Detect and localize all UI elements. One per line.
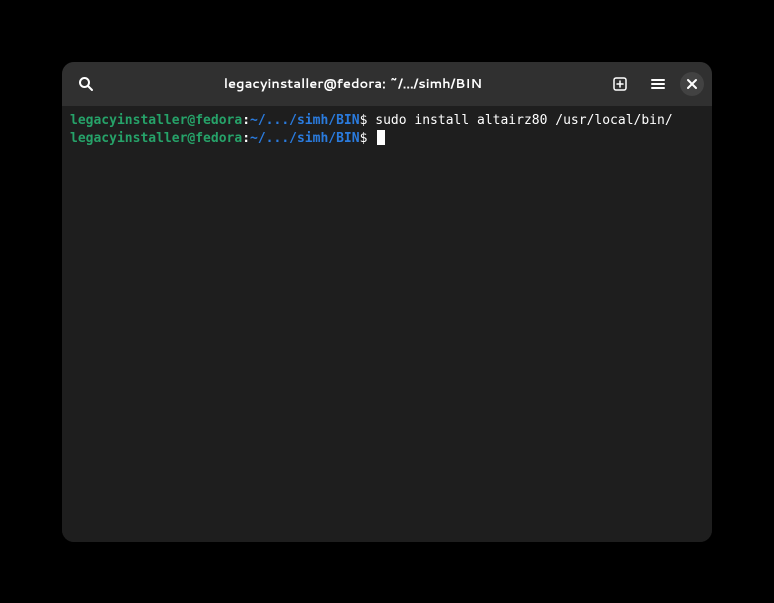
titlebar-controls <box>604 68 704 100</box>
command-text: sudo install altairz80 /usr/local/bin/ <box>375 112 672 130</box>
plus-square-icon <box>612 76 628 92</box>
prompt-dollar: $ <box>360 130 376 148</box>
terminal-line: legacyinstaller@fedora:~/.../simh/BIN$ s… <box>70 112 704 130</box>
prompt-dollar: $ <box>360 112 376 130</box>
titlebar: legacyinstaller@fedora: ~/.../simh/BIN <box>62 62 712 106</box>
prompt-user: legacyinstaller@fedora <box>70 112 242 130</box>
hamburger-icon <box>650 76 666 92</box>
search-icon <box>78 76 94 92</box>
cursor <box>377 130 385 145</box>
prompt-path: ~/.../simh/BIN <box>250 130 360 148</box>
terminal-window: legacyinstaller@fedora: ~/.../simh/BIN <box>62 62 712 542</box>
prompt-colon: : <box>242 130 250 148</box>
window-title: legacyinstaller@fedora: ~/.../simh/BIN <box>108 75 598 93</box>
prompt-colon: : <box>242 112 250 130</box>
close-button[interactable] <box>680 72 704 96</box>
terminal-body[interactable]: legacyinstaller@fedora:~/.../simh/BIN$ s… <box>62 106 712 542</box>
prompt-path: ~/.../simh/BIN <box>250 112 360 130</box>
search-button[interactable] <box>70 68 102 100</box>
close-icon <box>686 78 698 90</box>
prompt-user: legacyinstaller@fedora <box>70 130 242 148</box>
new-tab-button[interactable] <box>604 68 636 100</box>
terminal-line: legacyinstaller@fedora:~/.../simh/BIN$ <box>70 130 704 148</box>
menu-button[interactable] <box>642 68 674 100</box>
